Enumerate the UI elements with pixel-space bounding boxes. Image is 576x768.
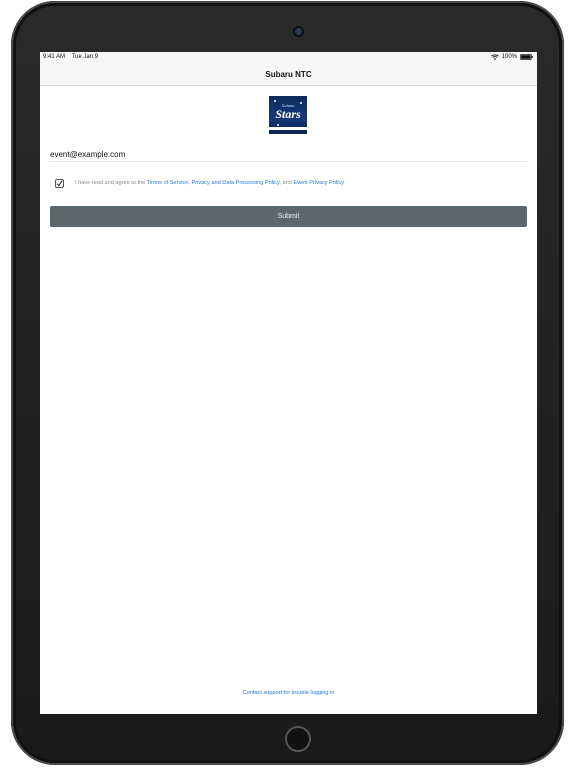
status-right: 100% xyxy=(490,54,533,60)
page-title: Subaru NTC xyxy=(265,70,312,79)
agreement-text: I have read and agree to the Terms of Se… xyxy=(75,180,344,186)
email-field[interactable] xyxy=(50,148,526,162)
agreement-prefix: I have read and agree to the xyxy=(75,180,147,186)
logo-sparkle xyxy=(274,100,276,102)
app-screen: 9:41 AM Tue Jan 9 100% Subaru NTC Subaru… xyxy=(40,52,537,714)
event-privacy-policy-link[interactable]: Event Privacy Policy xyxy=(293,180,344,186)
privacy-policy-link[interactable]: Privacy and Data Processing Policy xyxy=(192,180,280,186)
contact-support-link[interactable]: Contact support for trouble logging in xyxy=(40,690,537,696)
home-button[interactable] xyxy=(285,726,311,752)
logo-sparkle xyxy=(277,124,279,126)
event-logo: Subaru Stars xyxy=(269,96,307,134)
status-time: 9:41 AM xyxy=(43,54,66,60)
status-date: Tue Jan 9 xyxy=(71,54,99,60)
checkmark-icon xyxy=(56,180,63,187)
battery-icon xyxy=(520,54,533,60)
logo-strip xyxy=(269,127,307,130)
agreement-and: , and xyxy=(279,180,294,186)
submit-button[interactable]: Submit xyxy=(50,206,527,227)
battery-percent: 100% xyxy=(501,54,517,60)
status-bar: 9:41 AM Tue Jan 9 100% xyxy=(40,52,537,64)
navigation-bar: Subaru NTC xyxy=(40,64,537,86)
front-camera xyxy=(295,28,302,35)
wifi-icon xyxy=(490,54,499,60)
agree-checkbox[interactable] xyxy=(55,179,64,188)
status-left: 9:41 AM Tue Jan 9 xyxy=(43,54,103,60)
logo-main-text: Stars xyxy=(275,107,301,121)
terms-of-service-link[interactable]: Terms of Service xyxy=(147,180,189,186)
